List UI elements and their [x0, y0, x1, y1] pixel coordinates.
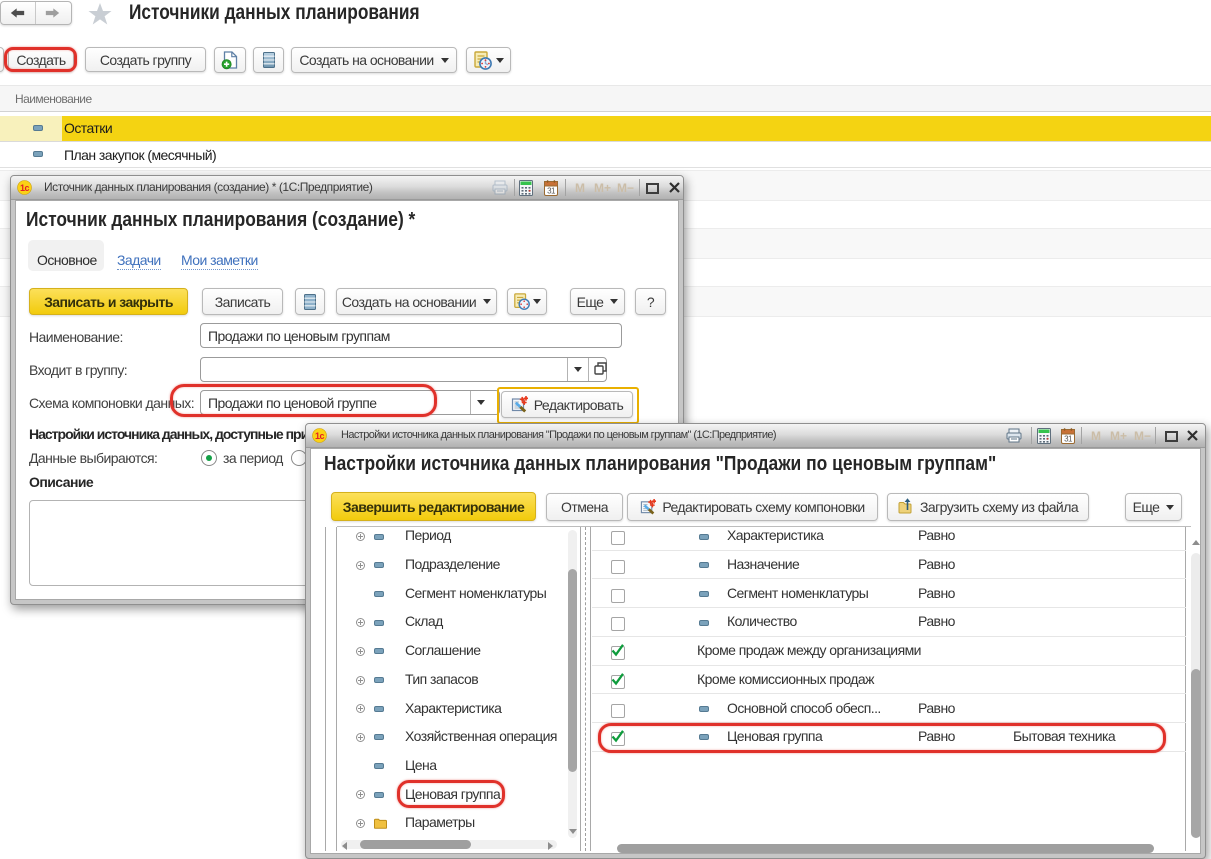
svg-text:1c: 1c — [20, 183, 29, 193]
svg-text:1c: 1c — [315, 431, 324, 441]
svg-text:31: 31 — [547, 186, 556, 195]
svg-text:31: 31 — [1064, 434, 1073, 443]
